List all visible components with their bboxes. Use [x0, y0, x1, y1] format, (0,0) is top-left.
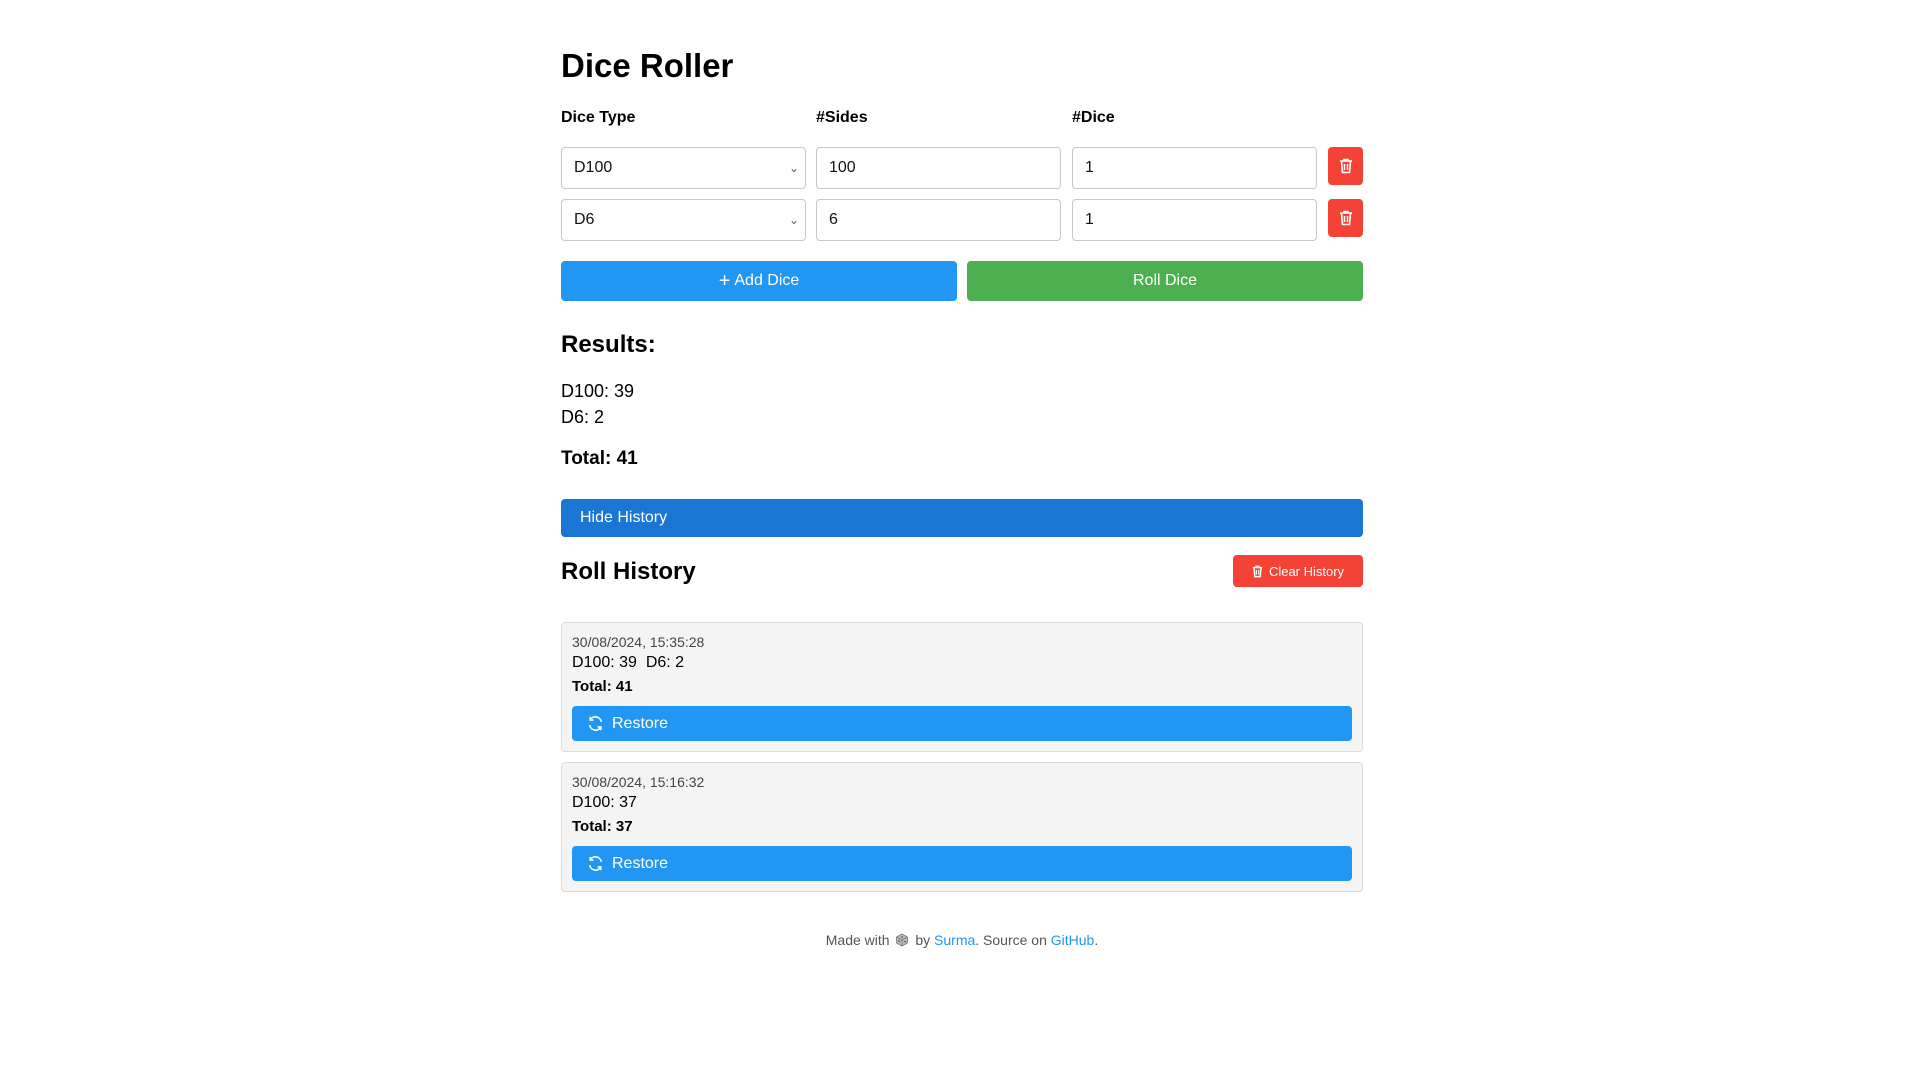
- restore-label: Restore: [612, 714, 669, 732]
- column-header-dice: #Dice: [1072, 109, 1115, 126]
- footer-source-on: . Source on: [975, 932, 1047, 948]
- restore-button[interactable]: Restore: [572, 706, 1352, 741]
- delete-row-button[interactable]: [1328, 199, 1363, 237]
- history-total: Total: 41: [572, 678, 633, 695]
- page-title: Dice Roller: [561, 47, 734, 84]
- hide-history-button[interactable]: Hide History: [561, 499, 1363, 537]
- roll-dice-button[interactable]: Roll Dice: [967, 261, 1363, 301]
- sides-input[interactable]: 6: [816, 199, 1061, 241]
- author-link[interactable]: Surma: [934, 932, 975, 948]
- trash-icon: [1252, 565, 1263, 577]
- chevron-down-icon: ⌄: [788, 161, 799, 175]
- history-timestamp: 30/08/2024, 15:35:28: [572, 634, 705, 650]
- dice-type-select[interactable]: D100 ⌄: [561, 147, 806, 189]
- results-total: Total: 41: [561, 448, 638, 469]
- result-line: D6: 2: [561, 407, 605, 427]
- clear-history-button[interactable]: Clear History: [1233, 555, 1363, 587]
- add-dice-button[interactable]: + Add Dice: [561, 261, 957, 301]
- github-link[interactable]: GitHub: [1051, 932, 1095, 948]
- refresh-icon: [588, 856, 603, 871]
- history-total: Total: 37: [572, 818, 633, 835]
- history-entry: 30/08/2024, 15:35:28 D100: 39 D6: 2 Tota…: [561, 622, 1363, 752]
- dice-count-input[interactable]: 1: [1072, 199, 1317, 241]
- dice-row: D6 ⌄ 6 1: [561, 199, 1363, 241]
- plus-icon: +: [718, 270, 731, 292]
- footer-made-with: Made with: [825, 932, 890, 948]
- result-line: D100: 39: [561, 381, 635, 401]
- chevron-down-icon: ⌄: [788, 213, 799, 227]
- add-dice-label: Add Dice: [734, 272, 800, 289]
- footer: Made with by Surma. Source on GitHub.: [561, 931, 1363, 949]
- restore-button[interactable]: Restore: [572, 846, 1352, 881]
- footer-by: by: [915, 932, 931, 948]
- roll-history-heading: Roll History: [561, 558, 696, 585]
- footer-end: .: [1094, 932, 1099, 948]
- dice-type-value: D6: [574, 211, 595, 228]
- history-values: D100: 37: [572, 794, 637, 811]
- trash-icon: [1339, 158, 1352, 174]
- results-heading: Results:: [561, 331, 656, 358]
- sides-input[interactable]: 100: [816, 147, 1061, 189]
- dice-icon: [896, 933, 909, 947]
- history-values: D100: 39 D6: 2: [572, 654, 685, 671]
- history-entry: 30/08/2024, 15:16:32 D100: 37 Total: 37 …: [561, 762, 1363, 892]
- dice-row: D100 ⌄ 100 1: [561, 147, 1363, 189]
- history-timestamp: 30/08/2024, 15:16:32: [572, 774, 705, 790]
- dice-type-select[interactable]: D6 ⌄: [561, 199, 806, 241]
- delete-row-button[interactable]: [1328, 147, 1363, 185]
- dice-type-value: D100: [574, 159, 613, 176]
- restore-label: Restore: [612, 854, 669, 872]
- refresh-icon: [588, 716, 603, 731]
- clear-history-label: Clear History: [1268, 563, 1345, 579]
- column-header-dice-type: Dice Type: [561, 109, 636, 126]
- dice-count-input[interactable]: 1: [1072, 147, 1317, 189]
- column-header-sides: #Sides: [816, 109, 868, 126]
- trash-icon: [1339, 210, 1352, 226]
